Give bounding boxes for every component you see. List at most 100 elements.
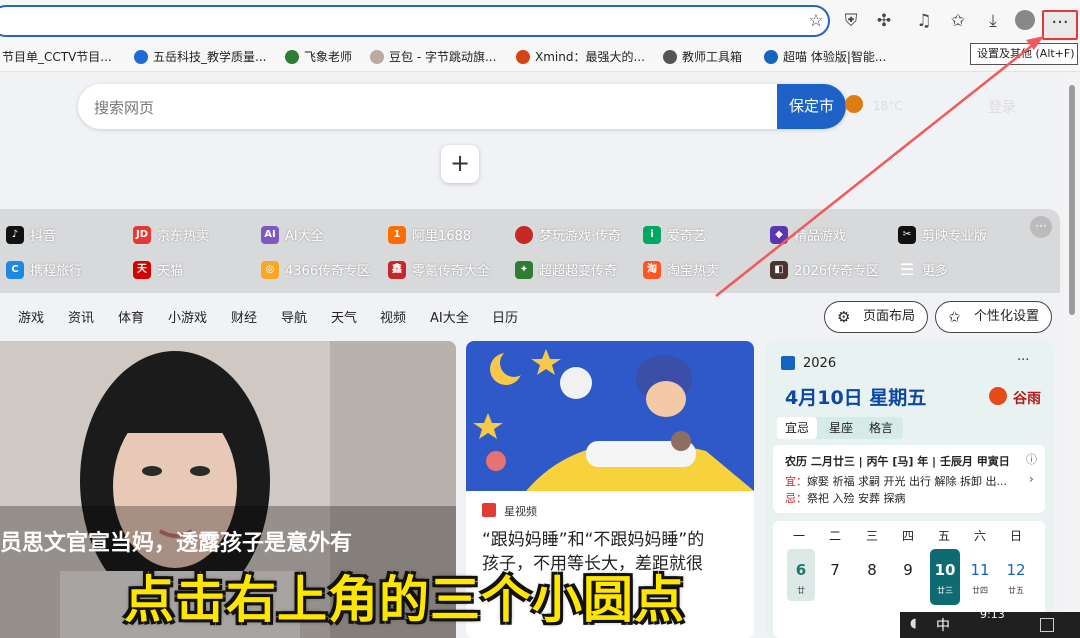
day-number[interactable]: 8 xyxy=(858,561,886,579)
day-lunar: 廿三 xyxy=(937,586,953,595)
quick-links-panel: ♪ 抖音 JD 京东热卖 AI AI大全 1 阿里1688 梦玩游戏·传奇 i 爱奇艺 ◆… xyxy=(0,209,1060,293)
4366-icon: ◎ xyxy=(261,260,279,279)
address-bar[interactable] xyxy=(0,5,830,37)
ji-label: 忌： xyxy=(785,492,807,505)
favorite-star-icon[interactable]: ☆ xyxy=(805,10,827,32)
weekday-header: 五 xyxy=(937,529,950,543)
bookmark-item[interactable]: 教师工具箱 xyxy=(663,48,742,65)
chevron-right-icon[interactable]: › xyxy=(1029,472,1034,486)
calendar-more-button[interactable]: ··· xyxy=(1017,353,1029,368)
day-number-today[interactable]: 10 xyxy=(931,561,959,579)
music-icon[interactable]: ♫ xyxy=(913,10,935,32)
taskbar: ◖ 中 9:13 xyxy=(900,608,1080,638)
settings-tooltip: 设置及其他 (Alt+F) xyxy=(970,43,1078,65)
quick-link[interactable]: ✦ 超超超变传奇 xyxy=(515,260,617,279)
tab-video[interactable]: 视频 xyxy=(380,307,406,326)
tab-yiji[interactable]: 宜忌 xyxy=(777,417,817,439)
browser-toolbar: ☆ ⛨ ✣ ♫ ✩ ⤓ ··· xyxy=(0,0,1080,42)
tab-ai[interactable]: AI大全 xyxy=(430,307,469,326)
day-lunar: 廿五 xyxy=(1008,586,1024,595)
tab-calendar[interactable]: 日历 xyxy=(492,307,518,326)
weekday-header: 二 xyxy=(828,529,841,543)
info-icon[interactable]: ⓘ xyxy=(1026,451,1037,467)
page-layout-button[interactable]: ⚙ 页面布局 xyxy=(824,301,928,333)
weather-temperature[interactable]: 18°C xyxy=(873,99,903,113)
quick-link[interactable]: ✂ 剪映专业版 xyxy=(898,225,987,244)
profile-avatar-icon[interactable] xyxy=(1014,10,1036,32)
day-number[interactable]: 11 xyxy=(966,561,994,579)
quick-link[interactable]: 梦玩游戏·传奇 xyxy=(515,225,621,244)
quick-link[interactable]: 淘淘宝热卖 xyxy=(643,260,719,279)
personalize-button[interactable]: ✩ 个性化设置 xyxy=(935,301,1052,333)
ji-text: 祭祀 入殓 安葬 探病 xyxy=(807,492,906,505)
page-scrollbar[interactable] xyxy=(1064,73,1080,613)
tab-zodiac[interactable]: 星座 xyxy=(821,417,861,439)
bookmark-item[interactable]: 超喵 体验版|智能... xyxy=(764,48,886,65)
quick-link[interactable]: ◆ 精品游戏 xyxy=(770,225,846,244)
extensions-icon[interactable]: ✣ xyxy=(873,10,895,32)
alibaba-icon: 1 xyxy=(388,225,406,244)
quick-link[interactable]: ♪ 抖音 xyxy=(6,225,56,244)
gamepad-icon: ◆ xyxy=(770,225,788,244)
yi-text: 嫁娶 祈福 求嗣 开光 出行 解除 拆卸 出... xyxy=(807,475,1007,488)
news-source: 星视频 xyxy=(504,505,537,518)
tab-sports[interactable]: 体育 xyxy=(118,307,144,326)
ime-indicator[interactable]: 中 xyxy=(936,615,950,635)
day-number[interactable]: 7 xyxy=(821,561,849,579)
login-link[interactable]: 登录 xyxy=(988,97,1016,117)
douyin-icon: ♪ xyxy=(6,225,24,244)
video-source-icon xyxy=(482,503,496,517)
bookmark-item[interactable]: 豆包 - 字节跳动旗... xyxy=(370,48,496,65)
quick-links-more-button[interactable]: ··· xyxy=(1030,216,1052,238)
search-box[interactable]: 搜索网页 保定市 xyxy=(78,84,846,129)
scrollbar-thumb[interactable] xyxy=(1069,85,1075,315)
quick-link[interactable]: 1 阿里1688 xyxy=(388,225,471,244)
bookmark-favicon xyxy=(370,49,384,64)
clock-time[interactable]: 9:13 xyxy=(980,608,1005,621)
tmall-icon: 天 xyxy=(133,260,151,279)
quick-link[interactable]: C 携程旅行 xyxy=(6,260,82,279)
add-shortcut-button[interactable]: + xyxy=(441,145,479,183)
settings-more-button[interactable]: ··· xyxy=(1042,10,1078,40)
quick-link[interactable]: 鑫零氪传奇大全 xyxy=(388,260,490,279)
quick-link[interactable]: ◎ 4366传奇专区 xyxy=(261,260,370,279)
bookmark-item[interactable]: Xmind：最强大的... xyxy=(516,48,645,65)
quick-link[interactable]: i 爱奇艺 xyxy=(643,225,706,244)
notification-icon[interactable] xyxy=(1040,618,1054,632)
day-number[interactable]: 6 xyxy=(787,561,815,579)
tab-finance[interactable]: 财经 xyxy=(231,307,257,326)
tab-news[interactable]: 资讯 xyxy=(68,307,94,326)
extension-shield-icon[interactable]: ⛨ xyxy=(840,10,862,32)
weekday-header: 日 xyxy=(1009,529,1022,543)
quick-link[interactable]: ◧ 2026传奇专区 xyxy=(770,260,879,279)
bookmark-favicon xyxy=(134,49,148,64)
tab-games[interactable]: 游戏 xyxy=(18,307,44,326)
tab-minigames[interactable]: 小游戏 xyxy=(168,307,207,326)
downloads-icon[interactable]: ⤓ xyxy=(982,10,1004,32)
quick-link[interactable]: ☰ 更多 xyxy=(898,260,948,279)
ai-icon: AI xyxy=(261,225,279,244)
legend-icon: ◧ xyxy=(770,260,788,279)
calendar-year: 2026 xyxy=(803,356,837,371)
bookmark-item[interactable]: 飞象老师 xyxy=(285,48,352,65)
favorites-icon[interactable]: ✩ xyxy=(947,10,969,32)
quick-link[interactable]: 天天猫 xyxy=(133,260,183,279)
search-button[interactable]: 保定市 xyxy=(777,84,846,129)
speaker-icon[interactable]: ◖ xyxy=(910,616,917,631)
quick-link[interactable]: AI AI大全 xyxy=(261,225,324,244)
almanac-box[interactable]: 农历 二月廿三 | 丙午 [马] 年 | 壬辰月 甲寅日 ⓘ 宜：嫁娶 祈福 求… xyxy=(773,445,1045,513)
day-number[interactable]: 12 xyxy=(1002,561,1030,579)
bookmark-favicon xyxy=(285,49,299,64)
bookmark-item[interactable]: 五岳科技_教学质量... xyxy=(134,48,266,65)
tab-motto[interactable]: 格言 xyxy=(861,417,901,439)
day-number[interactable]: 9 xyxy=(894,561,922,579)
bookmark-item[interactable]: 节目单_CCTV节目... xyxy=(2,48,112,65)
weekday-header: 四 xyxy=(901,529,914,543)
weather-sun-icon[interactable] xyxy=(845,95,863,113)
jd-icon: JD xyxy=(133,225,151,244)
tab-weather[interactable]: 天气 xyxy=(331,307,357,326)
quick-link[interactable]: JD 京东热卖 xyxy=(133,225,209,244)
tab-navigation[interactable]: 导航 xyxy=(281,307,307,326)
calendar-icon xyxy=(781,356,795,370)
weekday-header: 一 xyxy=(792,529,805,543)
